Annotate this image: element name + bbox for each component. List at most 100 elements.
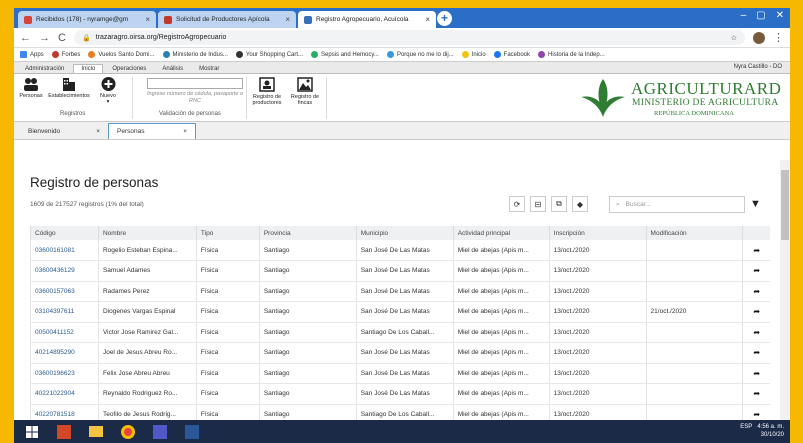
edit-icon[interactable]: ➦ bbox=[742, 404, 770, 420]
bookmark-ministerio[interactable]: Ministerio de Indus... bbox=[162, 51, 228, 58]
edit-icon[interactable]: ➦ bbox=[742, 281, 770, 302]
personas-button[interactable]: Personas bbox=[18, 77, 44, 99]
col-municipio[interactable]: Municipio bbox=[355, 226, 454, 240]
bookmark-inicio[interactable]: Inicio bbox=[461, 51, 486, 58]
vuelos-icon bbox=[88, 51, 96, 58]
table-row[interactable]: 03600161081 Rogelio Esteban Espina... Físi… bbox=[30, 240, 770, 261]
ribbon-tab-operaciones[interactable]: Operaciones bbox=[105, 65, 153, 73]
ribbon-tab-mostrar[interactable]: Mostrar bbox=[192, 65, 226, 73]
edit-icon[interactable]: ➦ bbox=[742, 363, 770, 384]
windows-start-icon[interactable] bbox=[20, 423, 44, 440]
edit-icon[interactable]: ➦ bbox=[742, 240, 770, 261]
ribbon-tab-inicio[interactable]: Inicio bbox=[73, 64, 104, 73]
bookmark-historia[interactable]: Historia de la Indep... bbox=[538, 51, 605, 58]
refresh-icon[interactable]: ⟳ bbox=[509, 196, 525, 212]
browser-window: Recibidos (178) - nyramge@gm × Solicitud … bbox=[14, 8, 790, 420]
table-row[interactable]: 03600436129 Samuel Adames Física Santiago Sa… bbox=[30, 260, 770, 282]
nuevo-button[interactable]: Nuevo ▾ bbox=[96, 77, 120, 105]
logo-ministerio: MINISTERIO DE AGRICULTURA bbox=[632, 98, 779, 108]
maximize-icon[interactable]: ▢ bbox=[756, 10, 765, 21]
close-icon[interactable]: × bbox=[425, 15, 430, 24]
table-row[interactable]: 03104397611 Diogenes Vargas Espinal Física… bbox=[30, 301, 770, 323]
bookmark-porque[interactable]: Porque no me lo dij... bbox=[386, 51, 454, 58]
powerpoint-icon[interactable] bbox=[52, 423, 76, 440]
table-row[interactable]: 00500411152 Victor Jose Ramirez Gal... Fís… bbox=[30, 322, 770, 343]
bookmark-facebook[interactable]: Facebook bbox=[493, 51, 530, 58]
menu-icon[interactable]: ⋮ bbox=[773, 31, 784, 44]
edit-icon[interactable]: ➦ bbox=[742, 301, 770, 323]
edit-icon[interactable]: ➦ bbox=[742, 383, 770, 405]
teams-icon[interactable] bbox=[148, 423, 172, 440]
table-row[interactable]: 40221022904 Reynaldo Rodriguez Ro... Físic… bbox=[30, 383, 770, 405]
establecimientos-button[interactable]: Establecimientos bbox=[45, 77, 93, 99]
col-codigo[interactable]: Código bbox=[30, 226, 99, 240]
table-cell: Miel de abejas (Apis m... bbox=[452, 281, 550, 302]
forward-icon[interactable]: → bbox=[39, 32, 50, 44]
close-icon[interactable]: × bbox=[285, 15, 290, 24]
close-icon[interactable]: × bbox=[145, 15, 150, 24]
table-row[interactable]: 40214895290 Joel de Jesus Abreu Ro... Físi… bbox=[30, 342, 770, 364]
scrollbar-thumb[interactable] bbox=[781, 170, 789, 240]
back-icon[interactable]: ← bbox=[20, 32, 31, 44]
export-icon[interactable]: ⊟ bbox=[530, 196, 546, 212]
table-row[interactable]: 03600196623 Felix Jose Abreu Abreu Física S… bbox=[30, 363, 770, 384]
table-row[interactable]: 40220781518 Teofilo de Jesus Rodrig... Fís… bbox=[30, 404, 770, 420]
eraser-icon[interactable]: ◆ bbox=[572, 196, 588, 212]
close-icon[interactable]: × bbox=[96, 128, 100, 135]
table-cell: Radames Perez bbox=[97, 281, 197, 302]
table-cell bbox=[645, 281, 743, 302]
reload-icon[interactable]: C bbox=[58, 32, 66, 44]
table-cell: Física bbox=[195, 301, 260, 323]
taskbar: ESP 4:56 a. m. 30/10/20 bbox=[14, 420, 790, 443]
table-cell: Santiago De Los Caball... bbox=[355, 404, 454, 420]
registro-productores-button[interactable]: Registro de productores bbox=[248, 77, 286, 106]
ribbon-tab-administracion[interactable]: Administración bbox=[18, 65, 71, 73]
col-actividad[interactable]: Actividad principal bbox=[452, 226, 550, 240]
col-tipo[interactable]: Tipo bbox=[195, 226, 260, 240]
bookmark-shopping[interactable]: Your Shopping Cart... bbox=[235, 51, 303, 58]
table-row[interactable]: 03600157063 Radames Perez Física Santiago Sa… bbox=[30, 281, 770, 302]
language-indicator[interactable]: ESP bbox=[740, 424, 752, 430]
cedula-input[interactable] bbox=[147, 78, 243, 89]
url-field[interactable]: 🔒 trazaragro.oirsa.org/RegistroAgropecuar… bbox=[73, 30, 745, 45]
browser-tab-registro[interactable]: Registro Agropecuario, Acuícola × bbox=[298, 11, 436, 28]
chrome-icon[interactable] bbox=[116, 423, 140, 440]
close-icon[interactable]: × bbox=[183, 128, 187, 135]
col-nombre[interactable]: Nombre bbox=[97, 226, 197, 240]
profile-avatar[interactable] bbox=[753, 31, 765, 44]
search-input[interactable]: ⌕ Buscar... bbox=[609, 196, 745, 213]
bookmark-vuelos[interactable]: Vuelos Santo Domi... bbox=[88, 51, 155, 58]
bookmark-sepsis[interactable]: Sepsis and Hemocy... bbox=[311, 51, 379, 58]
col-provincia[interactable]: Provincia bbox=[258, 226, 357, 240]
bookmark-forbes[interactable]: Forbes bbox=[51, 51, 80, 58]
table-cell: Victor Jose Ramirez Gal... bbox=[97, 322, 197, 343]
word-icon[interactable] bbox=[180, 423, 204, 440]
col-modificacion[interactable]: Modificación bbox=[645, 226, 743, 240]
edit-icon[interactable]: ➦ bbox=[742, 342, 770, 364]
ministerio-icon bbox=[162, 51, 170, 58]
table-cell: Santiago bbox=[258, 342, 357, 364]
browser-tab-gmail[interactable]: Recibidos (178) - nyramge@gm × bbox=[18, 11, 156, 28]
bookmark-apps[interactable]: Apps bbox=[20, 51, 44, 58]
table-cell: Samuel Adames bbox=[97, 260, 197, 282]
tab-personas[interactable]: Personas × bbox=[108, 123, 196, 139]
star-icon[interactable]: ☆ bbox=[731, 34, 737, 42]
scrollbar[interactable] bbox=[780, 160, 790, 420]
user-name[interactable]: Nyra Castillo - DO bbox=[734, 64, 782, 70]
clock[interactable]: 4:56 a. m. 30/10/20 bbox=[757, 423, 784, 439]
page-title: Registro de personas bbox=[30, 175, 159, 190]
file-explorer-icon[interactable] bbox=[84, 423, 108, 440]
new-tab-button[interactable]: + bbox=[437, 11, 452, 26]
col-inscripcion[interactable]: Inscripción bbox=[548, 226, 647, 240]
registro-fincas-button[interactable]: Registro de fincas bbox=[288, 77, 322, 106]
close-window-icon[interactable]: ✕ bbox=[776, 10, 784, 21]
browser-tab-solicitud[interactable]: Solicitud de Productores Apícola × bbox=[158, 11, 296, 28]
tab-bienvenido[interactable]: Bienvenido × bbox=[20, 123, 108, 139]
copy-icon[interactable]: ⧉ bbox=[551, 196, 567, 212]
minimize-icon[interactable]: – bbox=[741, 10, 747, 21]
col-action bbox=[742, 226, 770, 240]
edit-icon[interactable]: ➦ bbox=[742, 260, 770, 282]
filter-icon[interactable]: ▼ bbox=[750, 198, 761, 210]
ribbon-tab-analisis[interactable]: Análisis bbox=[155, 65, 190, 73]
edit-icon[interactable]: ➦ bbox=[742, 322, 770, 343]
